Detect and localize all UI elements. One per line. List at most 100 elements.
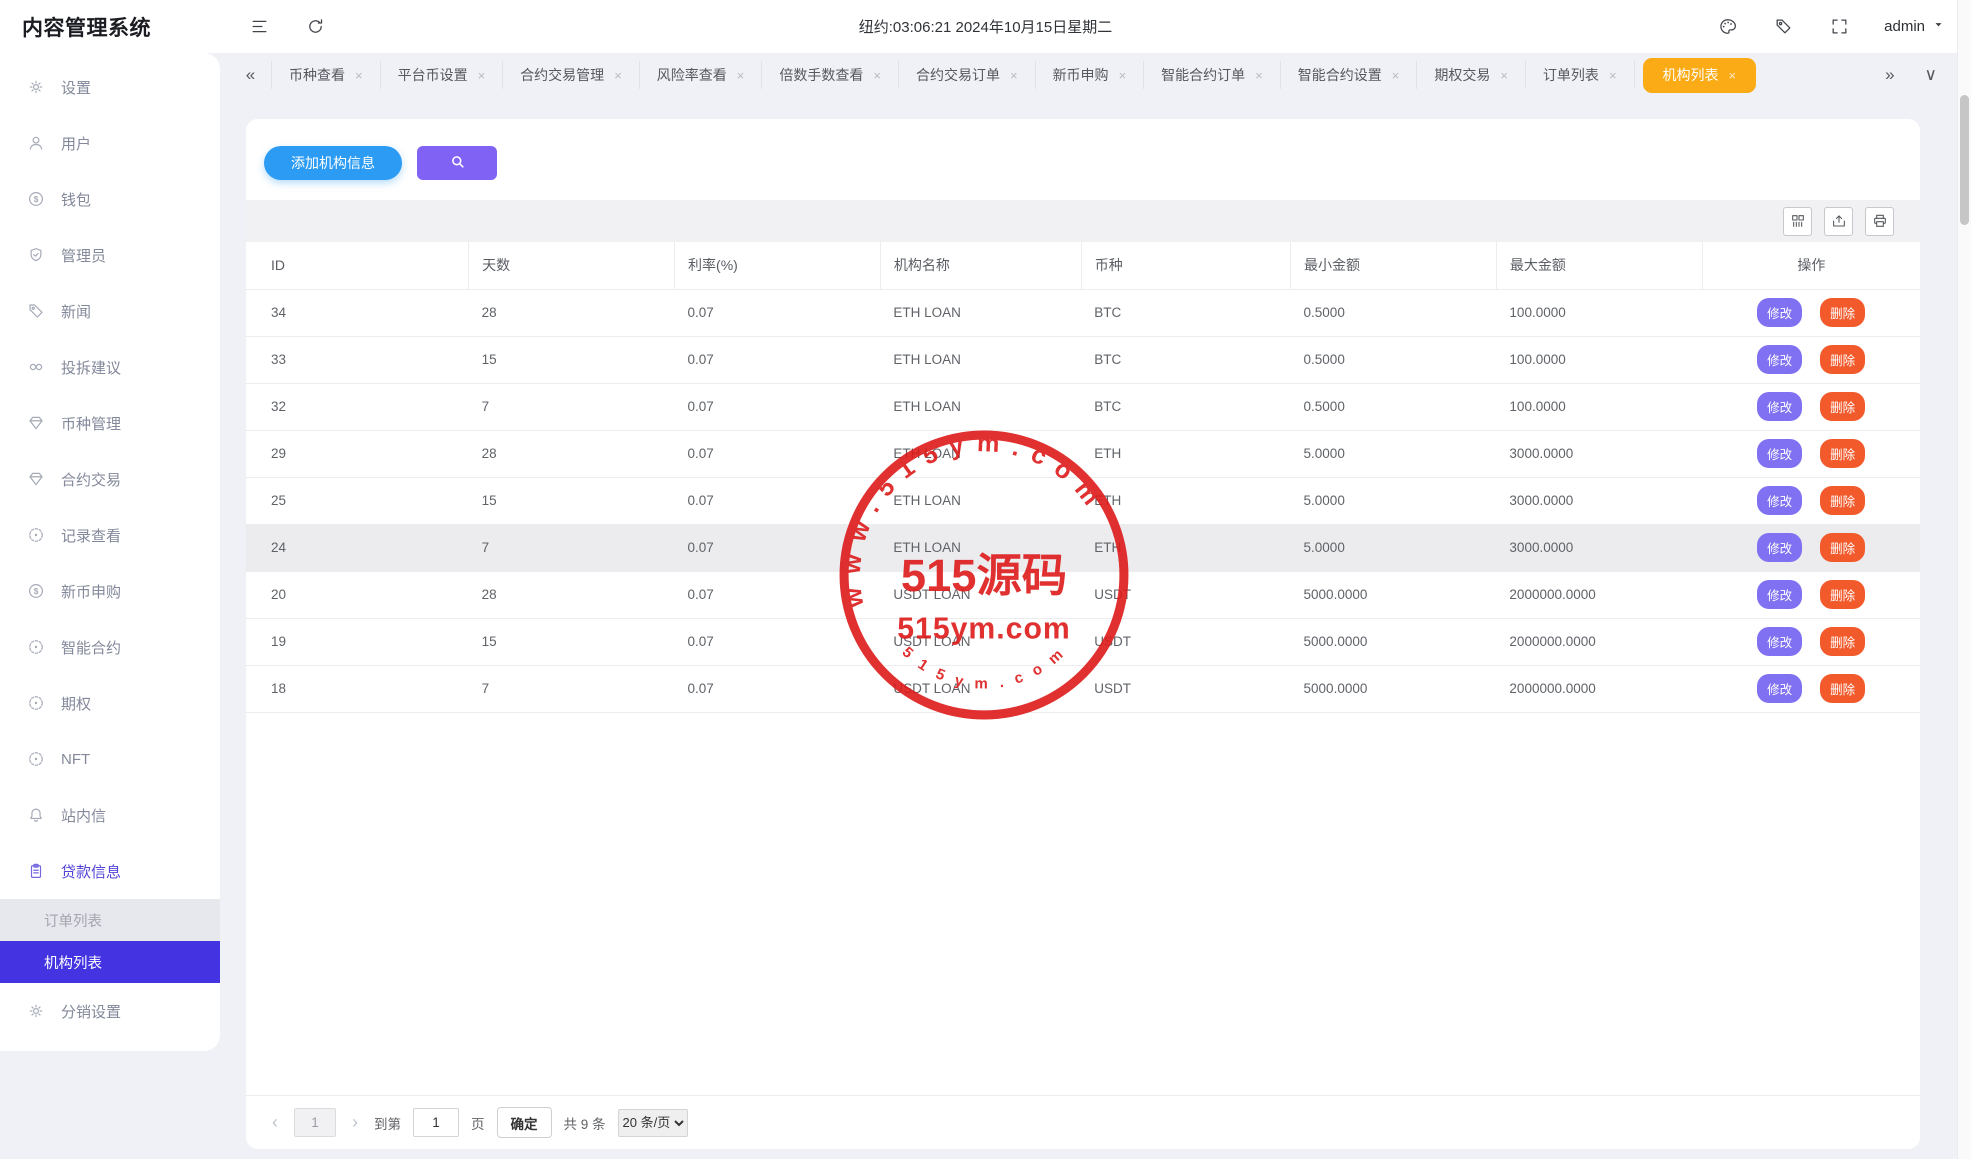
cell-rate: 0.07 <box>675 289 881 336</box>
sidebar-item-5[interactable]: 新闻 <box>0 283 220 339</box>
tab-close-icon[interactable]: × <box>478 68 486 83</box>
tab-close-icon[interactable]: × <box>1119 68 1127 83</box>
sidebar-item-8[interactable]: 合约交易 <box>0 451 220 507</box>
tab-close-icon[interactable]: × <box>614 68 622 83</box>
confirm-page-button[interactable]: 确定 <box>497 1107 552 1138</box>
tab-12[interactable]: 机构列表× <box>1643 58 1757 93</box>
table-toolbar <box>246 200 1920 242</box>
tab-close-icon[interactable]: × <box>1392 68 1400 83</box>
tag-icon[interactable] <box>1772 16 1794 38</box>
sidebar-item-16[interactable]: 分销设置 <box>0 983 220 1039</box>
delete-button[interactable]: 删除 <box>1820 533 1865 562</box>
tab-11[interactable]: 订单列表× <box>1526 61 1635 89</box>
palette-icon[interactable] <box>1716 16 1738 38</box>
search-button[interactable] <box>417 146 497 180</box>
tab-close-icon[interactable]: × <box>1729 68 1737 83</box>
page-size-select[interactable]: 20 条/页 <box>618 1109 688 1137</box>
tab-1[interactable]: 币种查看 × <box>272 61 381 89</box>
sidebar-item-3[interactable]: $钱包 <box>0 171 220 227</box>
edit-button[interactable]: 修改 <box>1757 533 1802 562</box>
tab-6[interactable]: 合约交易订单 × <box>899 61 1036 89</box>
tab-9[interactable]: 智能合约设置× <box>1281 61 1418 89</box>
edit-button[interactable]: 修改 <box>1757 298 1802 327</box>
tab-close-icon[interactable]: × <box>355 68 363 83</box>
cell-id: 32 <box>246 383 469 430</box>
vertical-scrollbar[interactable] <box>1957 0 1971 1159</box>
sidebar-item-4[interactable]: 管理员 <box>0 227 220 283</box>
sidebar-item-13[interactable]: NFT <box>0 731 220 787</box>
cell-name: ETH LOAN <box>880 289 1081 336</box>
edit-button[interactable]: 修改 <box>1757 345 1802 374</box>
edit-button[interactable]: 修改 <box>1757 580 1802 609</box>
tab-close-icon[interactable]: × <box>737 68 745 83</box>
refresh-icon[interactable] <box>304 16 326 38</box>
cell-max: 2000000.0000 <box>1496 665 1702 712</box>
sidebar-item-6[interactable]: 投拆建议 <box>0 339 220 395</box>
sidebar-item-1[interactable]: 设置 <box>0 59 220 115</box>
tab-2[interactable]: 平台币设置× <box>381 61 504 89</box>
sidebar-item-2[interactable]: 用户 <box>0 115 220 171</box>
cell-name: ETH LOAN <box>880 477 1081 524</box>
tab-label: 合约交易管理 <box>520 65 604 85</box>
print-tool-button[interactable] <box>1865 207 1894 236</box>
export-tool-button[interactable] <box>1824 207 1853 236</box>
edit-button[interactable]: 修改 <box>1757 486 1802 515</box>
fullscreen-icon[interactable] <box>1828 16 1850 38</box>
sidebar-item-7[interactable]: 币种管理 <box>0 395 220 451</box>
tab-close-icon[interactable]: × <box>1010 68 1018 83</box>
cell-days: 15 <box>469 618 675 665</box>
sidebar-item-10[interactable]: $新币申购 <box>0 563 220 619</box>
cell-name: USDT LOAN <box>880 665 1081 712</box>
tab-close-icon[interactable]: × <box>873 68 881 83</box>
prev-page-button[interactable]: ‹ <box>268 1112 282 1133</box>
delete-button[interactable]: 删除 <box>1820 392 1865 421</box>
sidebar-subitem-机构列表[interactable]: 机构列表 <box>0 941 220 983</box>
sidebar-item-9[interactable]: 记录查看 <box>0 507 220 563</box>
tab-5[interactable]: 倍数手数查看× <box>762 61 899 89</box>
tab-3[interactable]: 合约交易管理 × <box>503 61 640 89</box>
sidebar-subitem-订单列表[interactable]: 订单列表 <box>0 899 220 941</box>
tab-label: 币种查看 <box>289 65 345 85</box>
tab-close-icon[interactable]: × <box>1609 68 1617 83</box>
cell-min: 0.5000 <box>1291 383 1497 430</box>
sidebar-item-11[interactable]: 智能合约 <box>0 619 220 675</box>
edit-button[interactable]: 修改 <box>1757 439 1802 468</box>
delete-button[interactable]: 删除 <box>1820 580 1865 609</box>
edit-button[interactable]: 修改 <box>1757 627 1802 656</box>
scrollbar-thumb[interactable] <box>1960 95 1969 225</box>
delete-button[interactable]: 删除 <box>1820 627 1865 656</box>
username: admin <box>1884 18 1925 35</box>
edit-button[interactable]: 修改 <box>1757 674 1802 703</box>
menu-fold-icon[interactable] <box>248 16 270 38</box>
tabs-dropdown[interactable]: ∨ <box>1925 65 1937 85</box>
columns-tool-button[interactable] <box>1783 207 1812 236</box>
next-page-button[interactable]: › <box>348 1112 362 1133</box>
tab-7[interactable]: 新币申购× <box>1036 61 1145 89</box>
goto-page-input[interactable] <box>413 1108 459 1137</box>
cell-days: 7 <box>469 383 675 430</box>
current-page[interactable]: 1 <box>294 1108 336 1137</box>
delete-button[interactable]: 删除 <box>1820 674 1865 703</box>
tabs-scroll-left[interactable]: « <box>230 61 272 89</box>
cell-min: 5.0000 <box>1291 524 1497 571</box>
tabs-scroll-right[interactable]: » <box>1885 65 1894 85</box>
sidebar-item-14[interactable]: 站内信 <box>0 787 220 843</box>
delete-button[interactable]: 删除 <box>1820 486 1865 515</box>
tab-label: 合约交易订单 <box>916 65 1000 85</box>
tab-4[interactable]: 风险率查看× <box>640 61 763 89</box>
delete-button[interactable]: 删除 <box>1820 345 1865 374</box>
delete-button[interactable]: 删除 <box>1820 439 1865 468</box>
goto-prefix-label: 到第 <box>374 1113 401 1133</box>
tab-close-icon[interactable]: × <box>1255 68 1263 83</box>
sidebar-item-12[interactable]: 期权 <box>0 675 220 731</box>
tab-8[interactable]: 智能合约订单× <box>1144 61 1281 89</box>
cell-coin: ETH <box>1081 430 1290 477</box>
delete-button[interactable]: 删除 <box>1820 298 1865 327</box>
user-menu[interactable]: admin <box>1884 18 1945 35</box>
edit-button[interactable]: 修改 <box>1757 392 1802 421</box>
tab-close-icon[interactable]: × <box>1500 68 1508 83</box>
cell-id: 25 <box>246 477 469 524</box>
tab-10[interactable]: 期权交易× <box>1417 61 1526 89</box>
add-org-button[interactable]: 添加机构信息 <box>264 146 402 180</box>
sidebar-item-15[interactable]: 贷款信息 <box>0 843 220 899</box>
